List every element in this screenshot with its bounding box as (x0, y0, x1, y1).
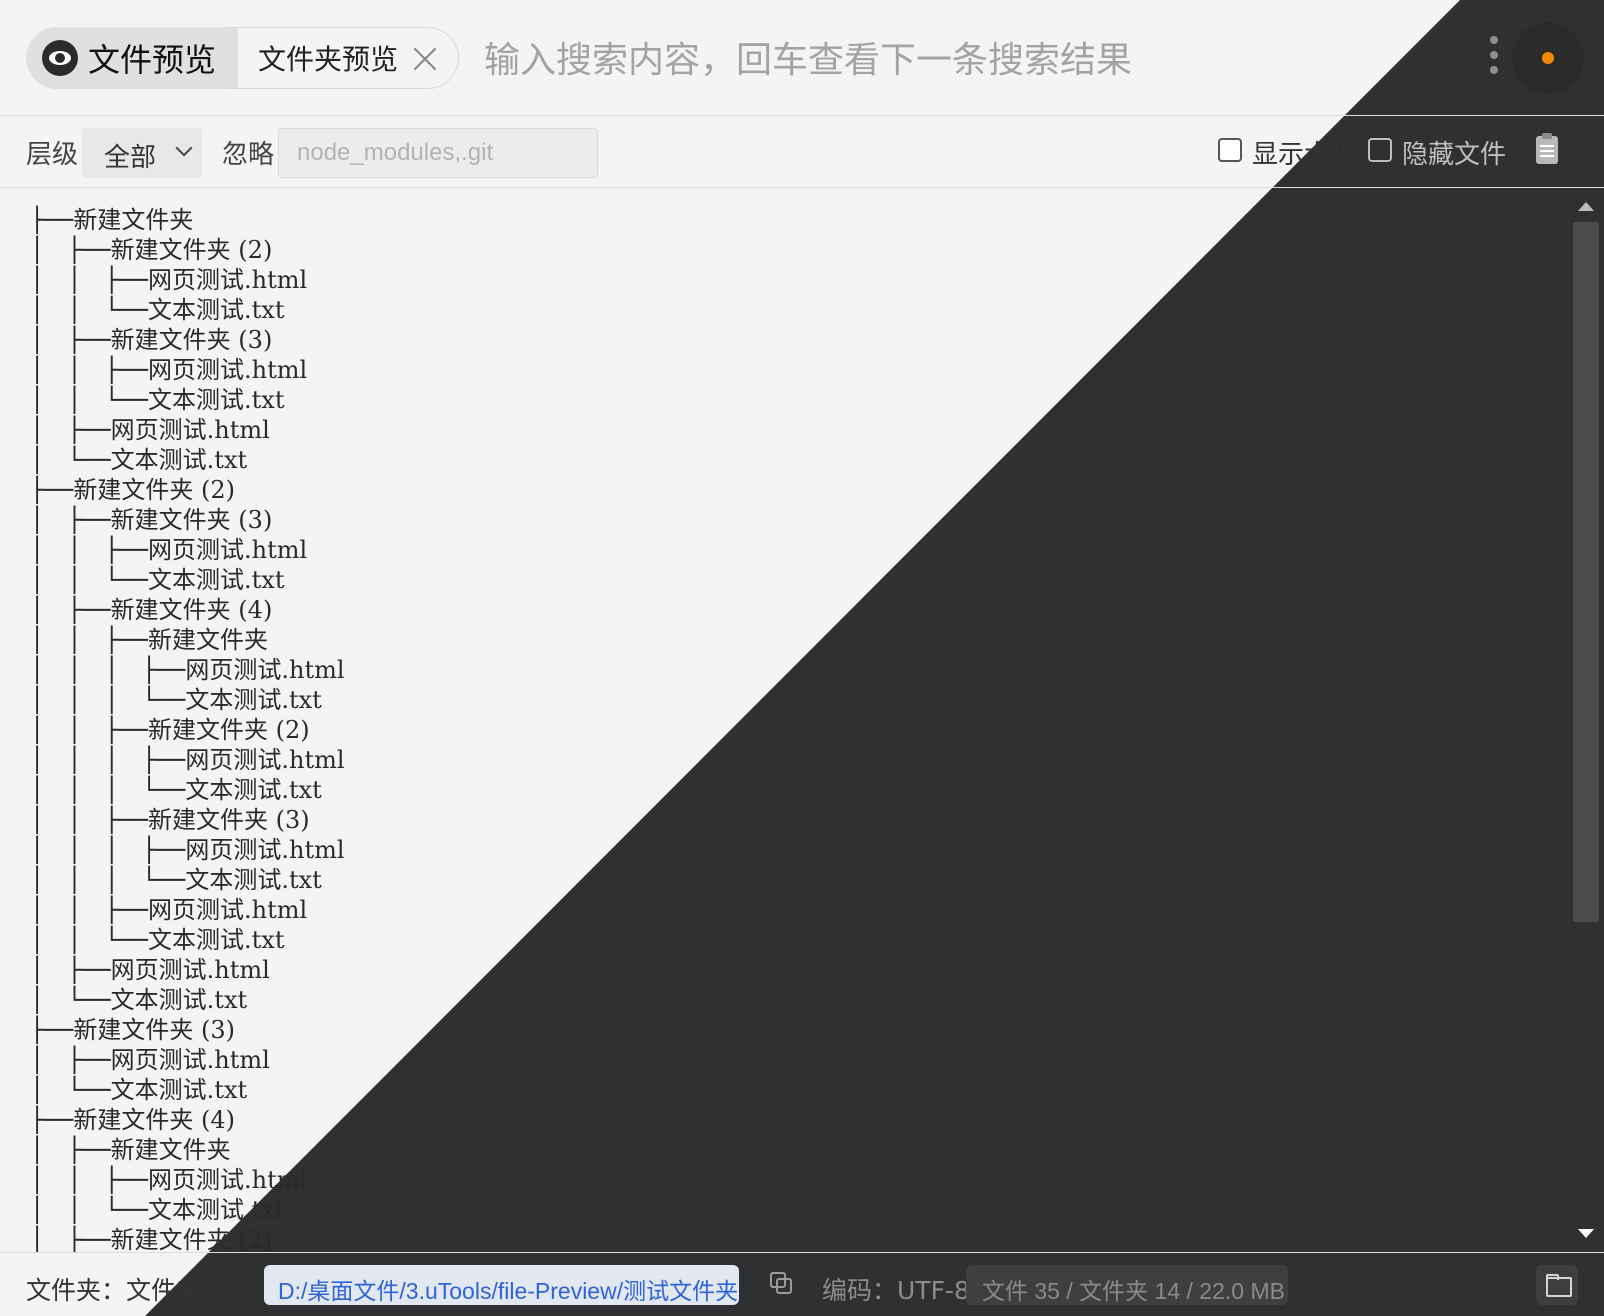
chevron-down-icon (175, 139, 193, 157)
tree-item[interactable]: │ ├──新建文件夹 (2) (30, 1225, 1530, 1253)
tree-item[interactable]: │ │ │ └──文本测试.txt (30, 865, 1530, 895)
tree-item[interactable]: │ │ └──文本测试.txt (30, 1195, 1530, 1225)
tree-item[interactable]: │ ├──新建文件夹 (4) (30, 595, 1530, 625)
header-bar: 文件预览 文件夹预览 (0, 0, 1604, 116)
app-window: 文件预览 文件夹预览 层级 全部 忽略 显示大小 隐藏文件 ├──新建文件夹│ … (0, 0, 1604, 1316)
eye-icon (42, 40, 78, 76)
tree-item[interactable]: │ │ ├──网页测试.html (30, 1165, 1530, 1195)
tree-item[interactable]: │ ├──网页测试.html (30, 415, 1530, 445)
vertical-scrollbar[interactable] (1570, 192, 1602, 1250)
tree-item[interactable]: ├──新建文件夹 (4) (30, 1105, 1530, 1135)
tree-item[interactable]: ├──新建文件夹 (2) (30, 475, 1530, 505)
hide-files-label[interactable]: 隐藏文件 (1402, 134, 1506, 171)
tree-item[interactable]: │ │ ├──网页测试.html (30, 535, 1530, 565)
tree-item[interactable]: │ │ └──文本测试.txt (30, 295, 1530, 325)
tree-item[interactable]: │ │ └──文本测试.txt (30, 925, 1530, 955)
open-folder-icon[interactable] (1536, 1265, 1578, 1305)
tab-folder-preview[interactable]: 文件夹预览 (226, 27, 459, 89)
tree-item[interactable]: │ │ ├──网页测试.html (30, 895, 1530, 925)
tree-item[interactable]: │ │ ├──网页测试.html (30, 265, 1530, 295)
copy-icon[interactable] (770, 1272, 794, 1296)
more-options-icon[interactable] (1489, 36, 1499, 80)
level-select-value: 全部 (104, 143, 157, 173)
scroll-up-arrow-icon[interactable] (1578, 202, 1594, 211)
tab-label: 文件预览 (88, 41, 217, 79)
tree-item[interactable]: │ └──文本测试.txt (30, 445, 1530, 475)
tree-item[interactable]: │ │ ├──网页测试.html (30, 355, 1530, 385)
tree-item[interactable]: │ ├──新建文件夹 (3) (30, 505, 1530, 535)
tree-item[interactable]: │ │ ├──新建文件夹 (30, 625, 1530, 655)
close-icon[interactable] (410, 44, 440, 74)
tree-item[interactable]: │ │ └──文本测试.txt (30, 385, 1530, 415)
tree-item[interactable]: │ │ │ ├──网页测试.html (30, 745, 1530, 775)
tab-file-preview[interactable]: 文件预览 (26, 27, 238, 89)
scrollbar-thumb[interactable] (1573, 222, 1599, 922)
tree-item[interactable]: │ ├──新建文件夹 (30, 1135, 1530, 1165)
stats-badge: 文件 35 / 文件夹 14 / 22.0 MB (966, 1265, 1288, 1305)
folder-path-link[interactable]: D:/桌面文件/3.uTools/file-Preview/测试文件夹 (264, 1265, 739, 1305)
show-size-checkbox[interactable] (1218, 138, 1242, 162)
app-logo[interactable] (1512, 22, 1584, 94)
tree-item[interactable]: │ │ ├──新建文件夹 (3) (30, 805, 1530, 835)
folder-label: 文件夹：文件夹测试 (26, 1276, 252, 1305)
clipboard-icon[interactable] (1536, 133, 1558, 164)
search-input[interactable] (484, 36, 1384, 84)
tree-item[interactable]: │ │ │ ├──网页测试.html (30, 655, 1530, 685)
tree-item[interactable]: │ │ └──文本测试.txt (30, 565, 1530, 595)
hide-files-checkbox[interactable] (1368, 138, 1392, 162)
tree-item[interactable]: │ ├──网页测试.html (30, 1045, 1530, 1075)
tree-item[interactable]: ├──新建文件夹 (30, 205, 1530, 235)
show-size-label[interactable]: 显示大小 (1252, 134, 1356, 171)
ignore-label: 忽略 (222, 140, 275, 170)
tree-item[interactable]: │ └──文本测试.txt (30, 1075, 1530, 1105)
tree-item[interactable]: │ └──文本测试.txt (30, 985, 1530, 1015)
tree-item[interactable]: │ ├──新建文件夹 (3) (30, 325, 1530, 355)
level-label: 层级 (26, 140, 79, 170)
tree-item[interactable]: │ ├──新建文件夹 (2) (30, 235, 1530, 265)
encoding-label: 编码：UTF-8 (822, 1276, 970, 1305)
tree-item[interactable]: │ │ │ ├──网页测试.html (30, 835, 1530, 865)
tree-item[interactable]: │ ├──网页测试.html (30, 955, 1530, 985)
toolbar: 层级 全部 忽略 显示大小 隐藏文件 (0, 116, 1604, 188)
tree-item[interactable]: │ │ ├──新建文件夹 (2) (30, 715, 1530, 745)
tab-label: 文件夹预览 (258, 43, 399, 76)
tree-item[interactable]: │ │ │ └──文本测试.txt (30, 685, 1530, 715)
ignore-input[interactable] (278, 128, 598, 178)
directory-tree: ├──新建文件夹 │ ├──新建文件夹 (2) │ │ ├──网页测试.html │ … (30, 205, 1530, 1253)
status-bar: 文件夹：文件夹测试 D:/桌面文件/3.uTools/file-Preview/… (0, 1252, 1604, 1316)
scroll-down-arrow-icon[interactable] (1578, 1229, 1594, 1238)
level-select[interactable]: 全部 (82, 128, 202, 178)
tree-item[interactable]: ├──新建文件夹 (3) (30, 1015, 1530, 1045)
tree-item[interactable]: │ │ │ └──文本测试.txt (30, 775, 1530, 805)
